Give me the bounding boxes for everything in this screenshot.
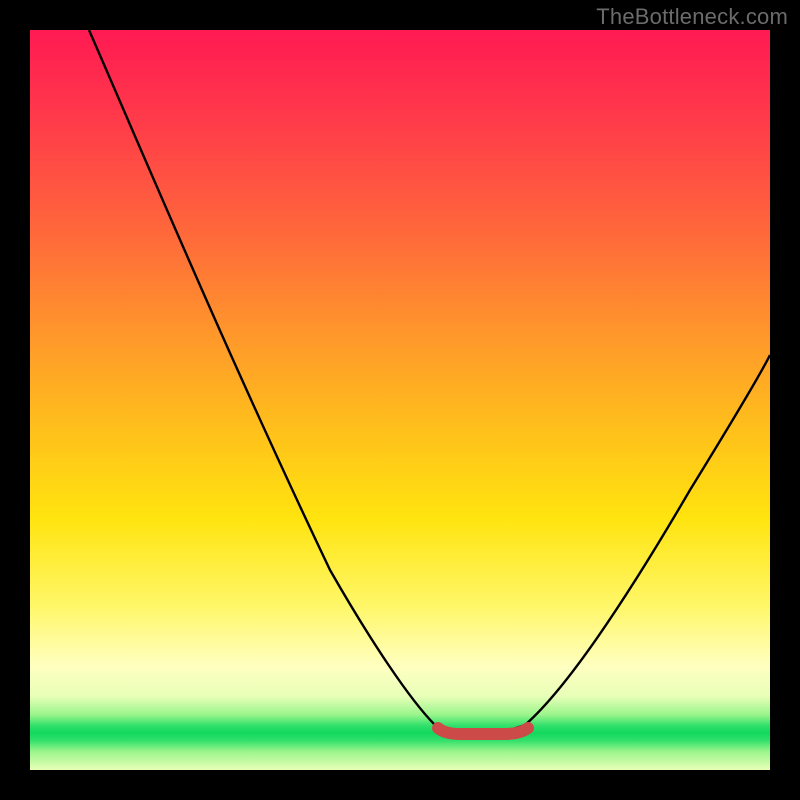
black-curve [89,30,770,733]
red-flat-segment [438,728,528,734]
plot-area [30,30,770,770]
chart-frame: TheBottleneck.com [0,0,800,800]
chart-svg [30,30,770,770]
watermark-text: TheBottleneck.com [596,4,788,30]
